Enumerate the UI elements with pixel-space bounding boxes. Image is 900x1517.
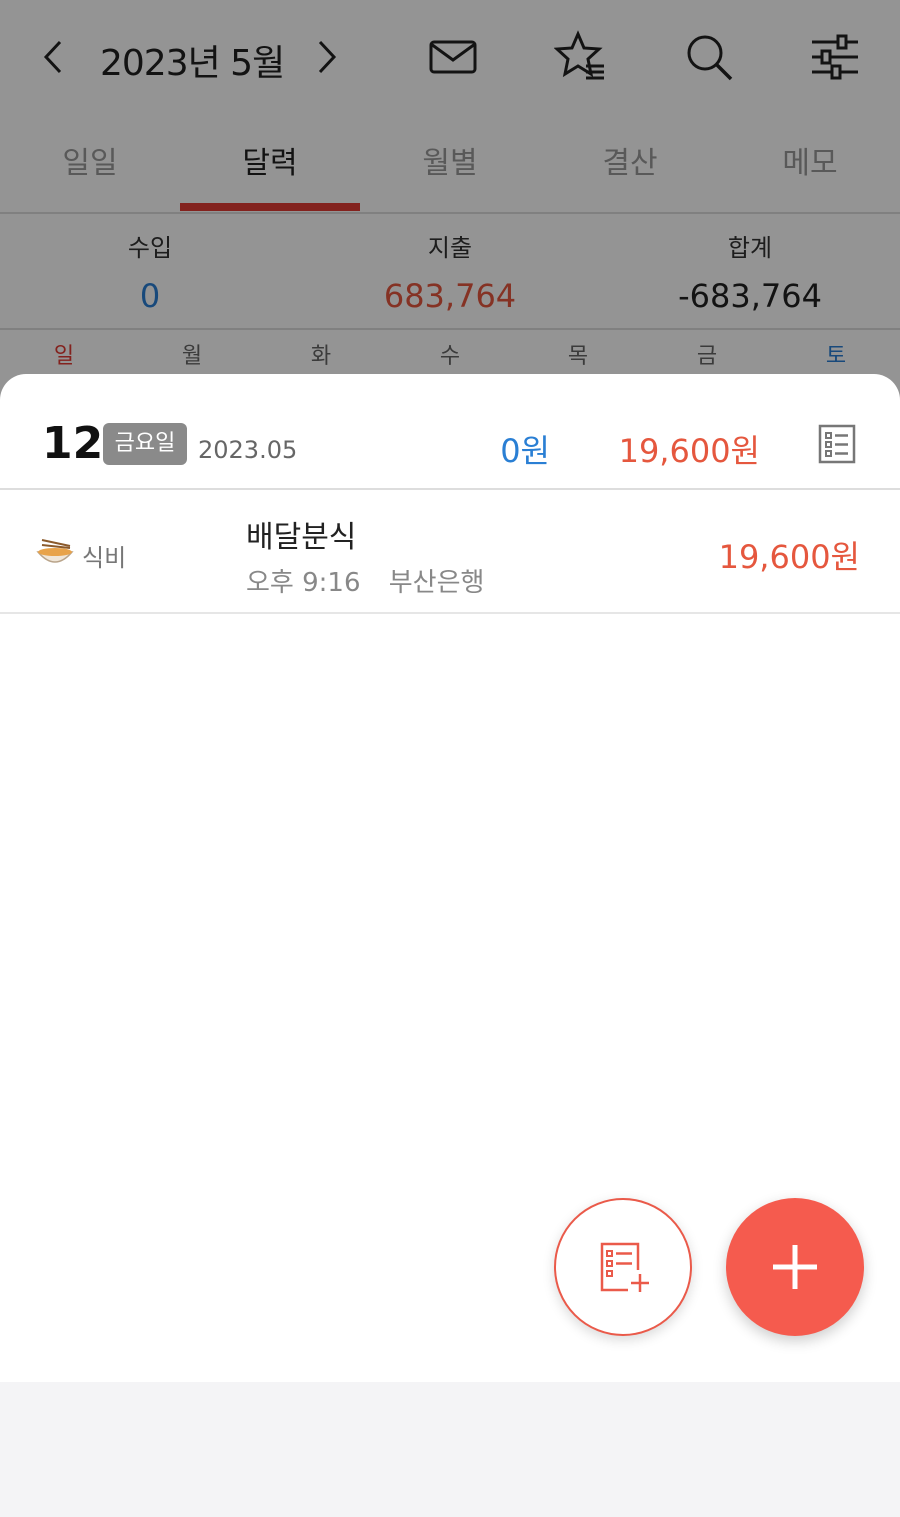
transaction-title: 배달분식 (246, 520, 357, 555)
year-month: 2023.05 (198, 436, 298, 464)
list-icon[interactable] (818, 424, 856, 464)
day-detail-sheet: 12 금요일 2023.05 0원 19,600원 식비 배달분식 오후 9:1… (0, 374, 900, 1382)
plus-icon (773, 1245, 817, 1289)
day-number: 12 (42, 418, 104, 469)
add-list-button[interactable] (554, 1198, 692, 1336)
add-list-icon (600, 1242, 649, 1292)
transaction-row[interactable]: 식비 배달분식 오후 9:16 부산은행 19,600원 (0, 490, 900, 614)
day-header: 12 금요일 2023.05 0원 19,600원 (0, 374, 900, 490)
transaction-account: 부산은행 (388, 568, 485, 598)
transaction-amount: 19,600원 (718, 538, 860, 576)
category-label: 식비 (82, 544, 127, 572)
day-expense: 19,600원 (618, 432, 760, 470)
transaction-time: 오후 9:16 (246, 568, 361, 598)
noodle-bowl-icon (36, 539, 74, 563)
transaction-meta: 오후 9:16 부산은행 (246, 562, 504, 599)
dim-overlay[interactable] (0, 0, 900, 420)
weekday-badge: 금요일 (103, 423, 187, 465)
day-income: 0원 (500, 432, 550, 470)
add-transaction-button[interactable] (726, 1198, 864, 1336)
